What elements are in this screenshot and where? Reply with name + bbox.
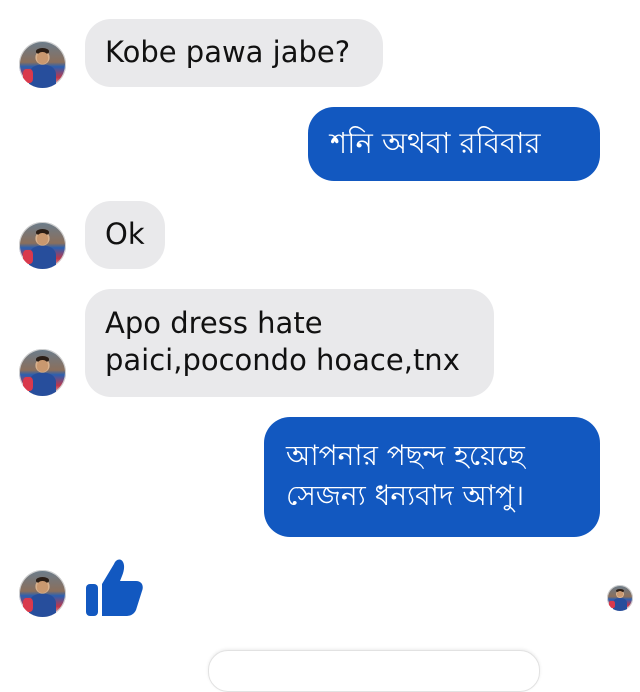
contact-avatar[interactable] xyxy=(19,41,66,88)
message-text-line: সেজন্য ধন্যবাদ আপু। xyxy=(286,479,525,512)
message-text: শনি অথবা রবিবার xyxy=(330,126,541,160)
message-text-line: paici,pocondo hoace,tnx xyxy=(105,343,460,377)
contact-avatar[interactable] xyxy=(19,222,66,269)
thumbs-up-icon[interactable] xyxy=(84,556,144,618)
contact-avatar[interactable] xyxy=(19,349,66,396)
incoming-message-bubble[interactable]: Kobe pawa jabe? xyxy=(85,19,383,87)
message-text: Ok xyxy=(105,217,145,251)
seen-receipt-avatar xyxy=(607,585,633,611)
message-text: Kobe pawa jabe? xyxy=(105,35,351,69)
outgoing-message-bubble[interactable]: শনি অথবা রবিবার xyxy=(308,107,600,181)
contact-avatar[interactable] xyxy=(19,570,66,617)
outgoing-message-bubble[interactable]: আপনার পছন্দ হয়েছে সেজন্য ধন্যবাদ আপু। xyxy=(264,417,600,537)
message-composer[interactable] xyxy=(208,650,540,692)
message-text-line: Apo dress hate xyxy=(105,306,323,340)
incoming-message-bubble[interactable]: Ok xyxy=(85,201,165,269)
message-text-line: আপনার পছন্দ হয়েছে xyxy=(286,439,525,472)
incoming-message-bubble[interactable]: Apo dress hate paici,pocondo hoace,tnx xyxy=(85,289,494,397)
